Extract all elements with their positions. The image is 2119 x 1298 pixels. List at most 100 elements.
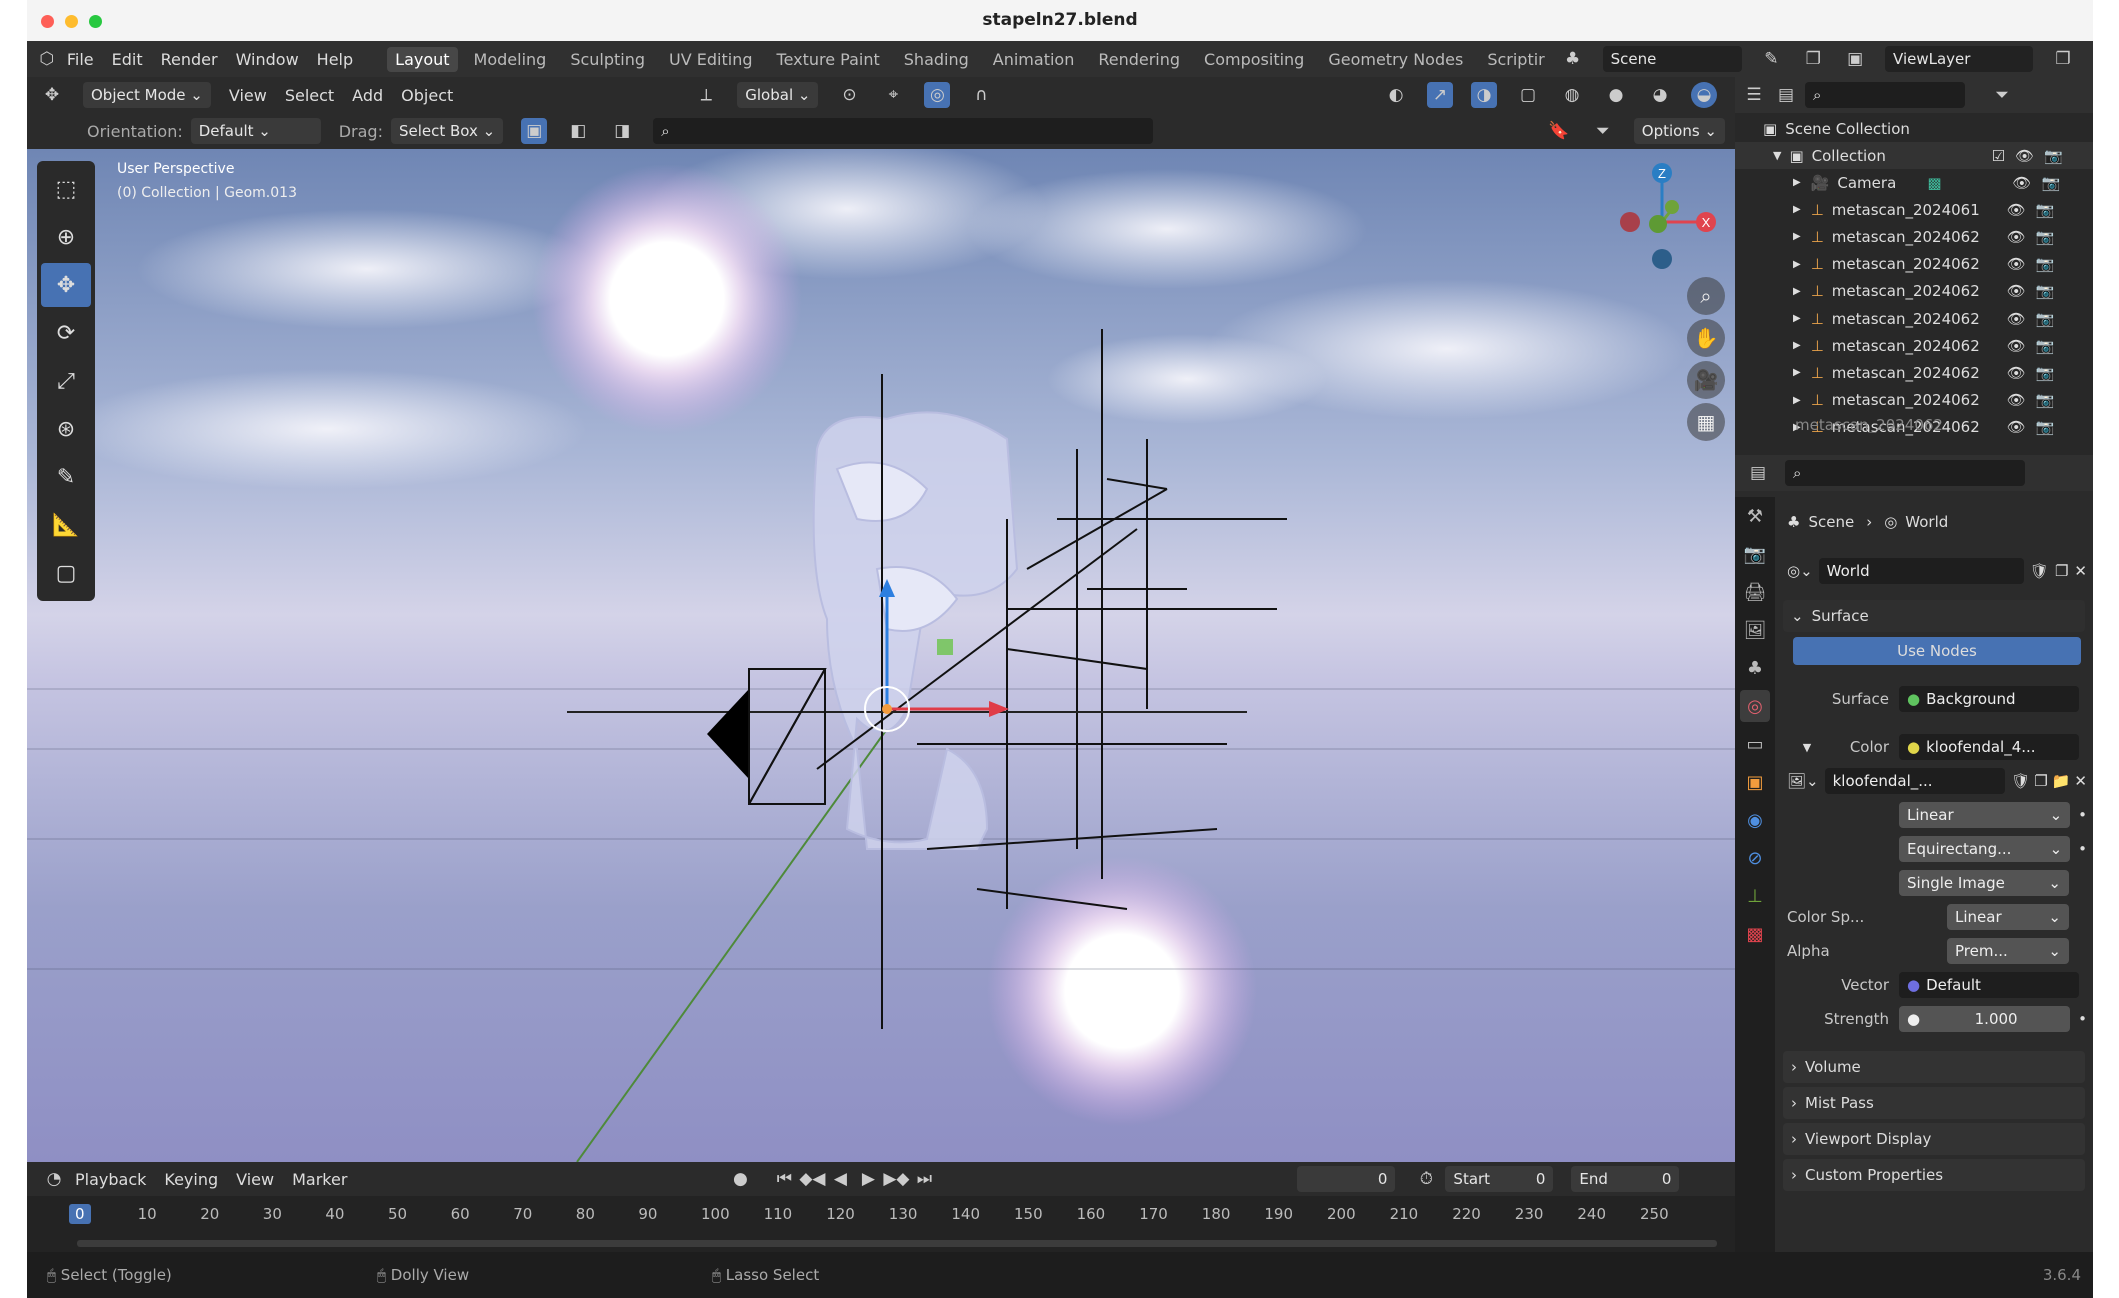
navigation-gizmo[interactable]: Z X — [1592, 157, 1722, 287]
scale-tool[interactable]: ⤢ — [41, 359, 91, 403]
expand-toggle-icon[interactable]: ▶ — [1793, 259, 1801, 270]
options-dropdown[interactable]: Options ⌄ — [1633, 118, 1725, 144]
outliner-search-input[interactable]: ⌕ — [1805, 82, 1965, 108]
view-layer-icon[interactable]: ▣ — [1843, 46, 1867, 72]
visibility-eye-icon[interactable]: 👁 — [2007, 364, 2026, 382]
scene-name-field[interactable]: Scene — [1602, 46, 1742, 72]
collapse-color-icon[interactable]: ▼ — [1787, 741, 1827, 754]
tool-tab-icon[interactable]: ⚒ — [1740, 500, 1770, 532]
filter-icon[interactable]: ⏷ — [1590, 118, 1616, 144]
outliner-item-metascan[interactable]: ▶ ⊥ metascan_2024062 👁 📷 — [1735, 278, 2093, 305]
image-browse-icon[interactable]: 🖼⌄ — [1787, 772, 1819, 790]
shading-wireframe-icon[interactable]: ◍ — [1559, 82, 1585, 108]
texture-tab-icon[interactable]: ▩ — [1740, 918, 1770, 950]
timeline-editor-type-icon[interactable]: ◔ — [41, 1166, 67, 1192]
expand-toggle-icon[interactable]: ▶ — [1793, 395, 1801, 406]
outliner-item-metascan[interactable]: ▶ ⊥ metascan_2024061 👁 📷 — [1735, 196, 2093, 223]
timeline-menu-playback[interactable]: Playback — [75, 1170, 146, 1189]
outliner-partial-item[interactable]: metascan_2024062 — [1735, 417, 2093, 433]
panel-mist-pass[interactable]: › Mist Pass — [1783, 1087, 2085, 1119]
panel-viewport-display[interactable]: › Viewport Display — [1783, 1123, 2085, 1155]
alpha-dropdown[interactable]: Prem... ⌄ — [1947, 938, 2069, 964]
workspace-tab-rendering[interactable]: Rendering — [1090, 47, 1188, 72]
visibility-eye-icon[interactable]: 👁 — [2007, 310, 2026, 328]
shading-solid-icon[interactable]: ● — [1603, 82, 1629, 108]
jump-start-icon[interactable]: ⏮ — [771, 1166, 797, 1192]
surface-panel-header[interactable]: ⌄ Surface — [1783, 600, 2085, 632]
vector-field[interactable]: ● Default — [1899, 972, 2079, 998]
gizmo-neg-z[interactable] — [1652, 249, 1672, 269]
proportional-editing-icon[interactable]: ◎ — [924, 82, 951, 108]
visibility-eye-icon[interactable]: 👁 — [2007, 201, 2026, 219]
viewport-menu-select[interactable]: Select — [285, 86, 334, 105]
outliner-item-metascan[interactable]: ▶ ⊥ metascan_2024062 👁 📷 — [1735, 359, 2093, 386]
visibility-eye-icon[interactable]: 👁 — [2007, 255, 2026, 273]
timeline-menu-marker[interactable]: Marker — [292, 1170, 347, 1189]
camera-view-icon[interactable]: 🎥 — [1687, 361, 1725, 399]
visibility-icon[interactable]: ◐ — [1383, 82, 1409, 108]
select-mode-extend-icon[interactable]: ◧ — [565, 118, 591, 144]
gizmo-y-axis[interactable] — [1665, 200, 1679, 214]
panel-volume[interactable]: › Volume — [1783, 1051, 2085, 1083]
menu-render[interactable]: Render — [161, 50, 218, 69]
surface-shader-field[interactable]: ● Background — [1899, 686, 2079, 712]
pan-view-icon[interactable]: ✋ — [1687, 319, 1725, 357]
render-camera-icon[interactable]: 📷 — [2036, 201, 2055, 219]
visibility-eye-icon[interactable]: 👁 — [2012, 174, 2031, 192]
colorspace-dropdown[interactable]: Linear ⌄ — [1947, 904, 2069, 930]
menu-help[interactable]: Help — [317, 50, 353, 69]
mode-selector[interactable]: Object Mode ⌄ — [83, 82, 211, 108]
blender-logo-icon[interactable]: ⬡ — [35, 46, 59, 72]
select-mode-subtract-icon[interactable]: ◨ — [609, 118, 635, 144]
new-view-layer-icon[interactable]: ❐ — [2051, 46, 2075, 72]
expand-toggle-icon[interactable]: ▶ — [1793, 177, 1801, 188]
world-tab-icon[interactable]: ◎ — [1740, 690, 1770, 722]
zoom-window-button[interactable] — [89, 15, 102, 28]
viewport-menu-view[interactable]: View — [229, 86, 267, 105]
duplicate-icon[interactable]: ❐ — [2034, 772, 2047, 790]
add-cube-tool[interactable]: ▢ — [41, 551, 91, 595]
gizmo-toggle-icon[interactable]: ↗ — [1427, 82, 1453, 108]
shading-material-icon[interactable]: ◕ — [1647, 82, 1673, 108]
constraints-tab-icon[interactable]: ⊘ — [1740, 842, 1770, 874]
minimize-window-button[interactable] — [65, 15, 78, 28]
outliner-item-metascan[interactable]: ▶ ⊥ metascan_2024062 👁 📷 — [1735, 332, 2093, 359]
expand-toggle-icon[interactable]: ▼ — [1773, 149, 1781, 162]
collection-tab-icon[interactable]: ▭ — [1740, 728, 1770, 760]
menu-edit[interactable]: Edit — [112, 50, 143, 69]
workspace-tab-scripting[interactable]: Scriptir — [1479, 47, 1552, 72]
render-camera-icon[interactable]: 📷 — [2036, 282, 2055, 300]
interpolation-dropdown[interactable]: Linear ⌄ — [1899, 802, 2071, 828]
scene-tab-icon[interactable]: ♣ — [1740, 652, 1770, 684]
render-camera-icon[interactable]: 📷 — [2036, 228, 2055, 246]
render-camera-icon[interactable]: 📷 — [2036, 391, 2055, 409]
render-camera-icon[interactable]: 📷 — [2041, 174, 2060, 192]
orientation-dropdown[interactable]: Default ⌄ — [190, 118, 321, 144]
panel-custom-properties[interactable]: › Custom Properties — [1783, 1159, 2085, 1191]
open-folder-icon[interactable]: 📁 — [2052, 772, 2071, 790]
view-layer-field[interactable]: ViewLayer — [1885, 46, 2034, 72]
render-tab-icon[interactable]: 📷 — [1740, 538, 1770, 570]
display-mode-icon[interactable]: ▤ — [1773, 82, 1799, 108]
keyframe-dot-icon[interactable]: • — [2078, 806, 2087, 824]
workspace-tab-uv-editing[interactable]: UV Editing — [661, 47, 760, 72]
unlink-close-icon[interactable]: ✕ — [2074, 562, 2087, 580]
visibility-eye-icon[interactable]: 👁 — [2007, 391, 2026, 409]
start-frame-field[interactable]: Start 0 — [1445, 1166, 1554, 1192]
workspace-tab-shading[interactable]: Shading — [896, 47, 977, 72]
rotate-tool[interactable]: ⟳ — [41, 311, 91, 355]
measure-tool[interactable]: 📐 — [41, 503, 91, 547]
pin-icon[interactable]: ✎ — [1760, 46, 1784, 72]
camera-data-icon[interactable]: ▩ — [1927, 174, 2012, 192]
prev-keyframe-icon[interactable]: ◆◀ — [799, 1166, 825, 1192]
overlays-toggle-icon[interactable]: ◑ — [1471, 82, 1497, 108]
current-frame-marker[interactable]: 0 — [69, 1204, 91, 1224]
stopwatch-icon[interactable]: ⏱ — [1413, 1166, 1439, 1192]
render-camera-icon[interactable]: 📷 — [2036, 337, 2055, 355]
gizmo-neg-y[interactable] — [1649, 215, 1667, 233]
outliner-item-metascan[interactable]: ▶ ⊥ metascan_2024062 👁 📷 — [1735, 305, 2093, 332]
falloff-icon[interactable]: ∩ — [968, 82, 994, 108]
viewport-menu-add[interactable]: Add — [352, 86, 383, 105]
scene-selector-icon[interactable]: ♣ — [1561, 46, 1585, 72]
exclude-checkbox[interactable]: ☑ — [1992, 147, 2005, 165]
